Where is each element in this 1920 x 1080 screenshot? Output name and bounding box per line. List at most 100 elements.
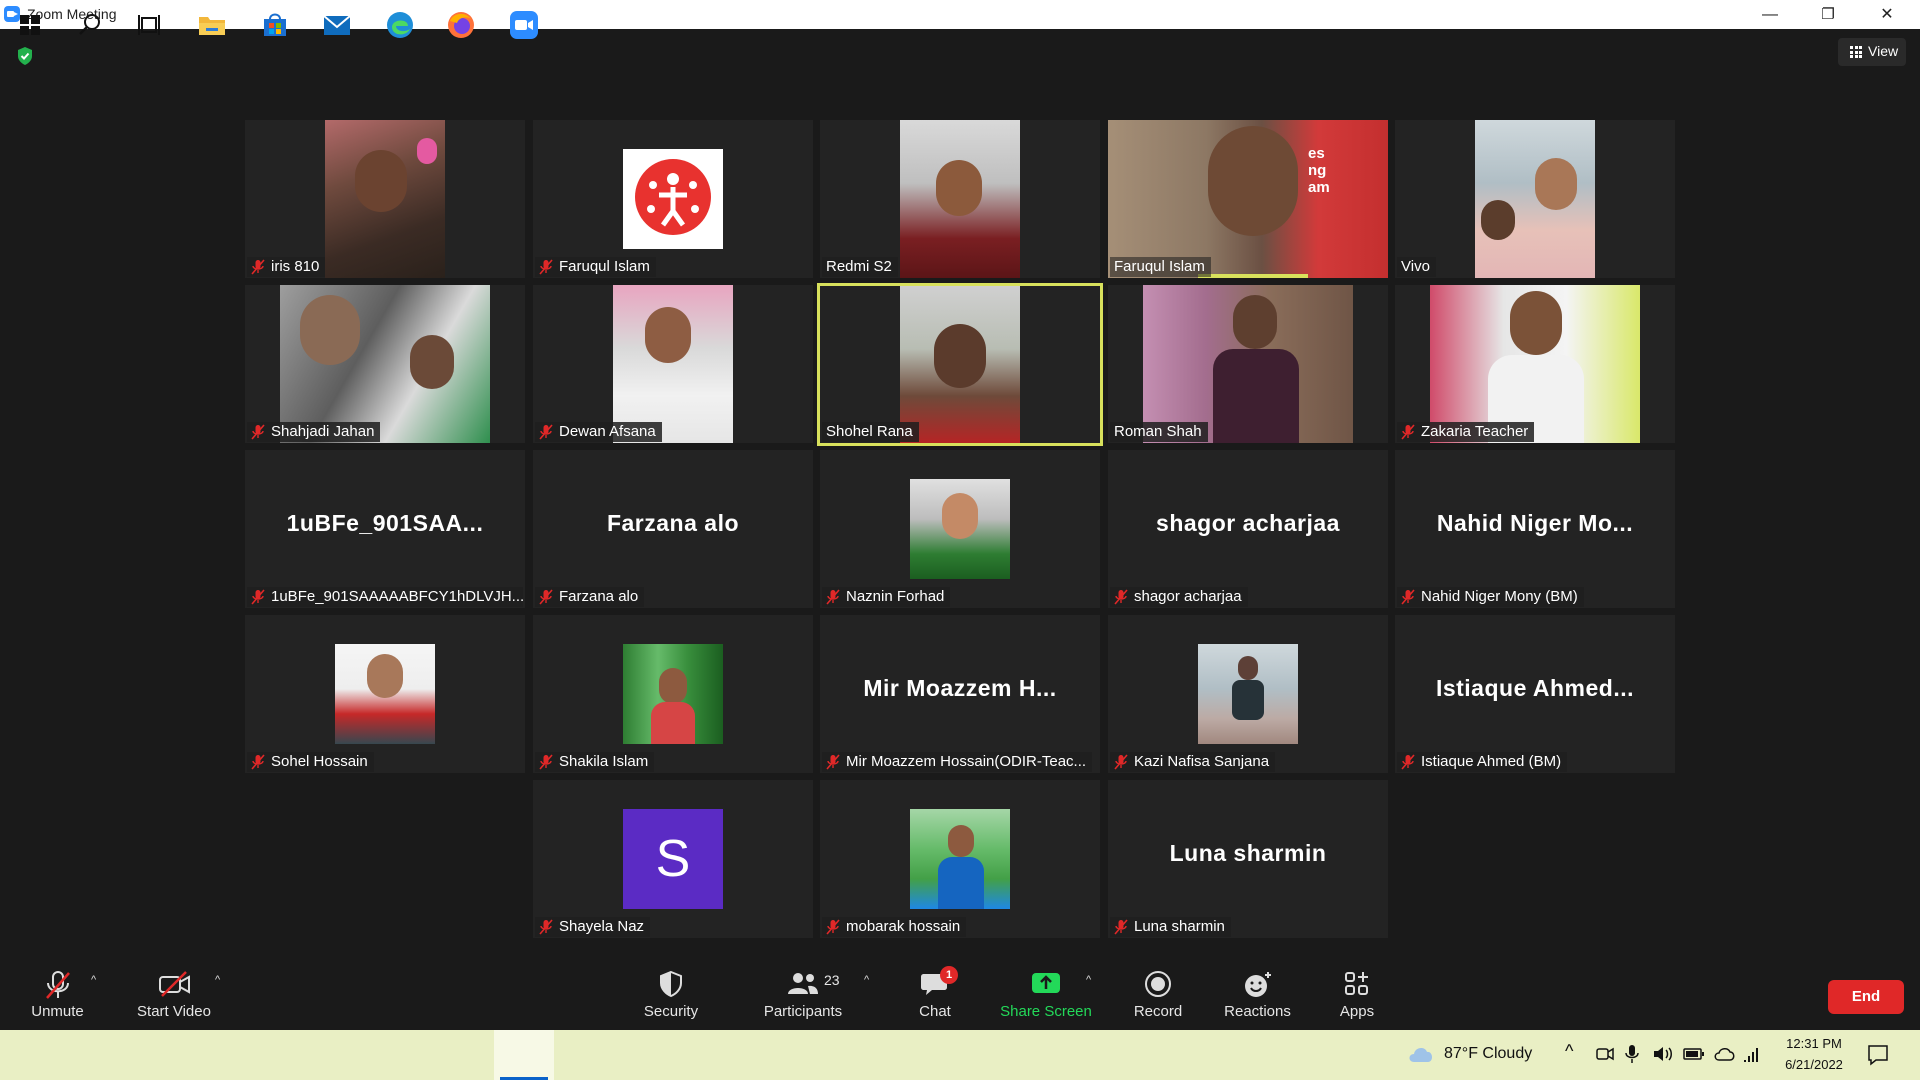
onedrive-cloud-icon[interactable] — [1713, 1046, 1735, 1062]
profile-picture — [910, 809, 1010, 909]
participant-tile[interactable]: Shakila Islam — [533, 615, 813, 773]
participant-video — [613, 285, 733, 443]
show-hidden-icons-chevron[interactable]: ^ — [1565, 1041, 1573, 1062]
participant-tile[interactable]: Zakaria Teacher — [1395, 285, 1675, 443]
participant-name-tag: mobarak hossain — [822, 917, 967, 937]
participant-name: Naznin Forhad — [846, 588, 945, 605]
participant-tile[interactable]: Vivo — [1395, 120, 1675, 278]
security-button[interactable]: Security — [631, 950, 711, 1030]
encryption-shield-icon[interactable] — [15, 46, 35, 66]
microphone-in-use-icon[interactable] — [1624, 1043, 1640, 1065]
muted-mic-icon — [46, 971, 70, 999]
edge-browser-icon[interactable] — [384, 9, 416, 41]
participant-name-tag: Vivo — [1397, 257, 1436, 277]
search-icon[interactable] — [74, 9, 106, 41]
participant-name-tag: shagor acharjaa — [1110, 587, 1248, 607]
profile-picture — [623, 644, 723, 744]
participant-tile[interactable]: shagor acharjaa shagor acharjaa — [1108, 450, 1388, 608]
participant-tile[interactable]: Kazi Nafisa Sanjana — [1108, 615, 1388, 773]
participants-options-caret[interactable]: ^ — [864, 974, 869, 986]
file-explorer-icon[interactable] — [196, 9, 228, 41]
participant-name-tag: Faruqul Islam — [1110, 257, 1211, 277]
participant-tile[interactable]: Mir Moazzem H... Mir Moazzem Hossain(ODI… — [820, 615, 1100, 773]
weather-text[interactable]: 87°F Cloudy — [1444, 1045, 1532, 1063]
participant-tile[interactable]: mobarak hossain — [820, 780, 1100, 938]
speaker-volume-icon[interactable] — [1652, 1044, 1674, 1064]
participant-tile[interactable]: S Shayela Naz — [533, 780, 813, 938]
active-app-highlight — [494, 1030, 554, 1080]
participant-name: 1uBFe_901SAAAAABFCY1hDLVJH... — [271, 588, 523, 605]
participants-button[interactable]: 23 Participants — [758, 950, 848, 1030]
participant-name: shagor acharjaa — [1134, 588, 1242, 605]
participant-name-tag: Shahjadi Jahan — [247, 422, 381, 442]
participant-tile[interactable]: Nahid Niger Mo... Nahid Niger Mony (BM) — [1395, 450, 1675, 608]
participant-tile[interactable]: Shahjadi Jahan — [245, 285, 525, 443]
participant-tile[interactable]: Faruqul Islam — [533, 120, 813, 278]
participant-tile[interactable]: 1uBFe_901SAA... 1uBFe_901SAAAAABFCY1hDLV… — [245, 450, 525, 608]
meeting-controls-bar: Unmute ^ Start Video ^ Security 23 Parti… — [0, 950, 1920, 1030]
participant-name-tag: Naznin Forhad — [822, 587, 951, 607]
participant-name-tag: Shohel Rana — [822, 422, 919, 442]
meet-now-icon[interactable] — [1595, 1044, 1615, 1064]
windows-start-icon[interactable] — [14, 9, 46, 41]
muted-mic-icon — [826, 589, 840, 605]
participant-tile[interactable]: Redmi S2 — [820, 120, 1100, 278]
share-options-caret[interactable]: ^ — [1086, 974, 1091, 986]
active-speaker-bar — [1198, 274, 1308, 278]
firefox-browser-icon[interactable] — [445, 9, 477, 41]
record-button[interactable]: Record — [1118, 950, 1198, 1030]
participant-tile[interactable]: Roman Shah — [1108, 285, 1388, 443]
participant-tile[interactable]: Sohel Hossain — [245, 615, 525, 773]
muted-mic-icon — [539, 424, 553, 440]
video-options-caret[interactable]: ^ — [215, 974, 220, 986]
muted-mic-icon — [251, 424, 265, 440]
participant-display-name: Nahid Niger Mo... — [1436, 510, 1634, 536]
audio-options-caret[interactable]: ^ — [91, 974, 96, 986]
participant-tile[interactable]: es ng am Faruqul Islam — [1108, 120, 1388, 278]
participants-label: Participants — [763, 1003, 843, 1020]
participant-name: Istiaque Ahmed (BM) — [1421, 753, 1562, 770]
notifications-icon[interactable] — [1866, 1043, 1890, 1067]
participant-tile[interactable]: iris 810 — [245, 120, 525, 278]
minimize-button[interactable]: — — [1747, 0, 1793, 29]
participant-tile[interactable]: Farzana alo Farzana alo — [533, 450, 813, 608]
taskbar-clock[interactable]: 12:31 PM 6/21/2022 — [1764, 1033, 1864, 1075]
participant-video — [1143, 285, 1353, 443]
participant-tile[interactable]: Luna sharmin Luna sharmin — [1108, 780, 1388, 938]
apps-button[interactable]: Apps — [1322, 950, 1392, 1030]
share-screen-icon — [1032, 973, 1060, 993]
microsoft-store-icon[interactable] — [259, 9, 291, 41]
participant-tile[interactable]: Dewan Afsana — [533, 285, 813, 443]
battery-icon[interactable] — [1683, 1047, 1705, 1061]
muted-mic-icon — [539, 919, 553, 935]
participant-tile-active-speaker[interactable]: Shohel Rana — [817, 283, 1103, 446]
unmute-button[interactable]: Unmute — [20, 950, 95, 1030]
reactions-button[interactable]: Reactions — [1215, 950, 1300, 1030]
task-view-icon[interactable] — [133, 9, 165, 41]
grid-view-icon — [1850, 46, 1862, 58]
restore-button[interactable]: ❐ — [1805, 0, 1851, 29]
chat-button[interactable]: 1 Chat — [900, 950, 970, 1030]
participant-name: iris 810 — [271, 258, 320, 275]
muted-mic-icon — [251, 259, 265, 275]
muted-mic-icon — [251, 754, 265, 770]
participant-tile[interactable]: Istiaque Ahmed... Istiaque Ahmed (BM) — [1395, 615, 1675, 773]
participant-name: Redmi S2 — [826, 258, 892, 275]
wifi-icon[interactable] — [1743, 1044, 1763, 1064]
mail-icon[interactable] — [321, 9, 353, 41]
view-button[interactable]: View — [1838, 38, 1906, 66]
participant-name-tag: Luna sharmin — [1110, 917, 1231, 937]
participant-name: Nahid Niger Mony (BM) — [1421, 588, 1578, 605]
share-screen-button[interactable]: Share Screen — [996, 950, 1096, 1030]
start-video-button[interactable]: Start Video — [130, 950, 218, 1030]
muted-mic-icon — [826, 754, 840, 770]
participant-display-name: Istiaque Ahmed... — [1435, 675, 1635, 701]
participant-name-tag: Kazi Nafisa Sanjana — [1110, 752, 1276, 772]
participant-tile[interactable]: Naznin Forhad — [820, 450, 1100, 608]
apps-label: Apps — [1339, 1003, 1375, 1020]
participant-name-tag: Zakaria Teacher — [1397, 422, 1535, 442]
close-button[interactable]: ✕ — [1864, 0, 1910, 29]
zoom-taskbar-icon[interactable] — [508, 9, 540, 41]
end-meeting-button[interactable]: End — [1828, 980, 1904, 1014]
participant-name: Shakila Islam — [559, 753, 649, 770]
